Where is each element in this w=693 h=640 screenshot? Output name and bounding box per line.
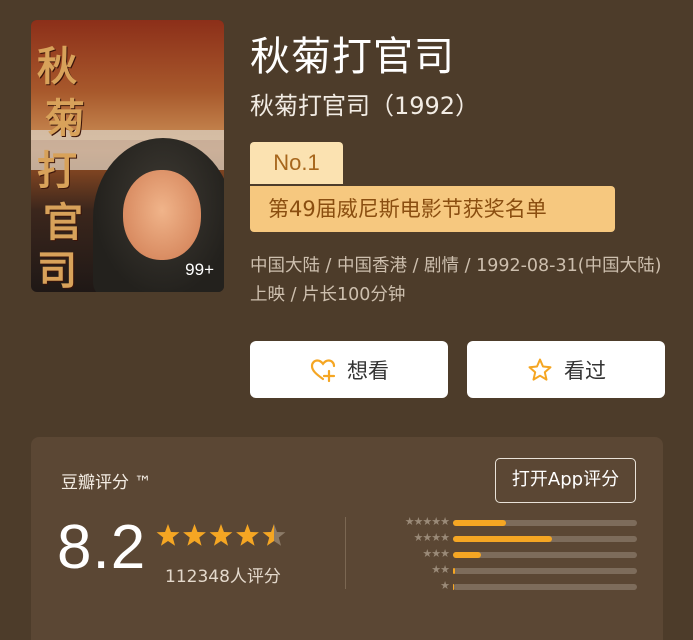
want-to-watch-button[interactable]: 想看 [250,341,448,398]
poster-title-glyph: 菊 [45,95,85,142]
heart-plus-icon [310,358,336,382]
want-to-watch-label: 想看 [347,358,389,383]
distribution-bar-track [453,568,637,574]
rating-divider [345,517,346,589]
rating-panel-title: 豆瓣评分 ™ [61,473,152,493]
rank-badge[interactable]: No.1 [250,142,343,184]
movie-title: 秋菊打官司 [250,34,455,80]
distribution-bar-track [453,520,637,526]
rating-distribution-row: ★★★★ [375,532,637,548]
distribution-bar-fill [453,568,455,574]
award-list-link[interactable]: 第49届威尼斯电影节获奖名单 [250,186,615,232]
poster-image-count-badge: 99+ [185,260,214,279]
rating-distribution-row: ★★ [375,564,637,580]
rating-count: 112348人评分 [165,567,281,587]
poster-title-glyph: 司 [37,247,77,292]
open-app-rate-button[interactable]: 打开App评分 [495,458,636,503]
poster-title-glyph: 打 [37,147,77,194]
distribution-bar-track [453,536,637,542]
rating-panel: 豆瓣评分 ™ 打开App评分 8.2 112348人评分 ★★★★★ ★★★★ ★★… [31,437,663,640]
rating-stars [156,524,286,546]
rating-star-icon [262,524,286,546]
rating-star-icon [156,524,180,546]
watched-button[interactable]: 看过 [467,341,665,398]
distribution-star-label: ★★★ [422,547,450,560]
movie-poster[interactable]: 秋 菊 打 官 司 99+ [31,20,224,292]
rating-distribution: ★★★★★ ★★★★ ★★★ ★★ ★ [375,516,637,596]
rating-star-icon [209,524,233,546]
movie-original-title: 秋菊打官司（1992） [250,92,480,120]
distribution-star-label: ★ [440,579,450,592]
distribution-bar-track [453,584,637,590]
distribution-bar-fill [453,536,553,542]
movie-meta-info: 中国大陆 / 中国香港 / 剧情 / 1992-08-31(中国大陆)上映 / … [250,256,662,305]
watched-label: 看过 [564,358,606,383]
rating-distribution-row: ★★★ [375,548,637,564]
rating-distribution-row: ★ [375,580,637,596]
distribution-star-label: ★★★★★ [404,515,450,528]
rating-star-icon [236,524,259,546]
distribution-bar-fill [453,584,454,590]
distribution-bar-fill [453,520,507,526]
poster-figure-face [123,170,201,260]
rating-score: 8.2 [57,513,147,582]
rating-distribution-row: ★★★★★ [375,516,637,532]
distribution-bar-track [453,552,637,558]
distribution-star-label: ★★★★ [413,531,450,544]
distribution-star-label: ★★ [431,563,450,576]
star-outline-icon [528,358,552,381]
poster-title-glyph: 秋 [37,43,77,90]
rating-star-icon [183,524,206,546]
distribution-bar-fill [453,552,481,558]
